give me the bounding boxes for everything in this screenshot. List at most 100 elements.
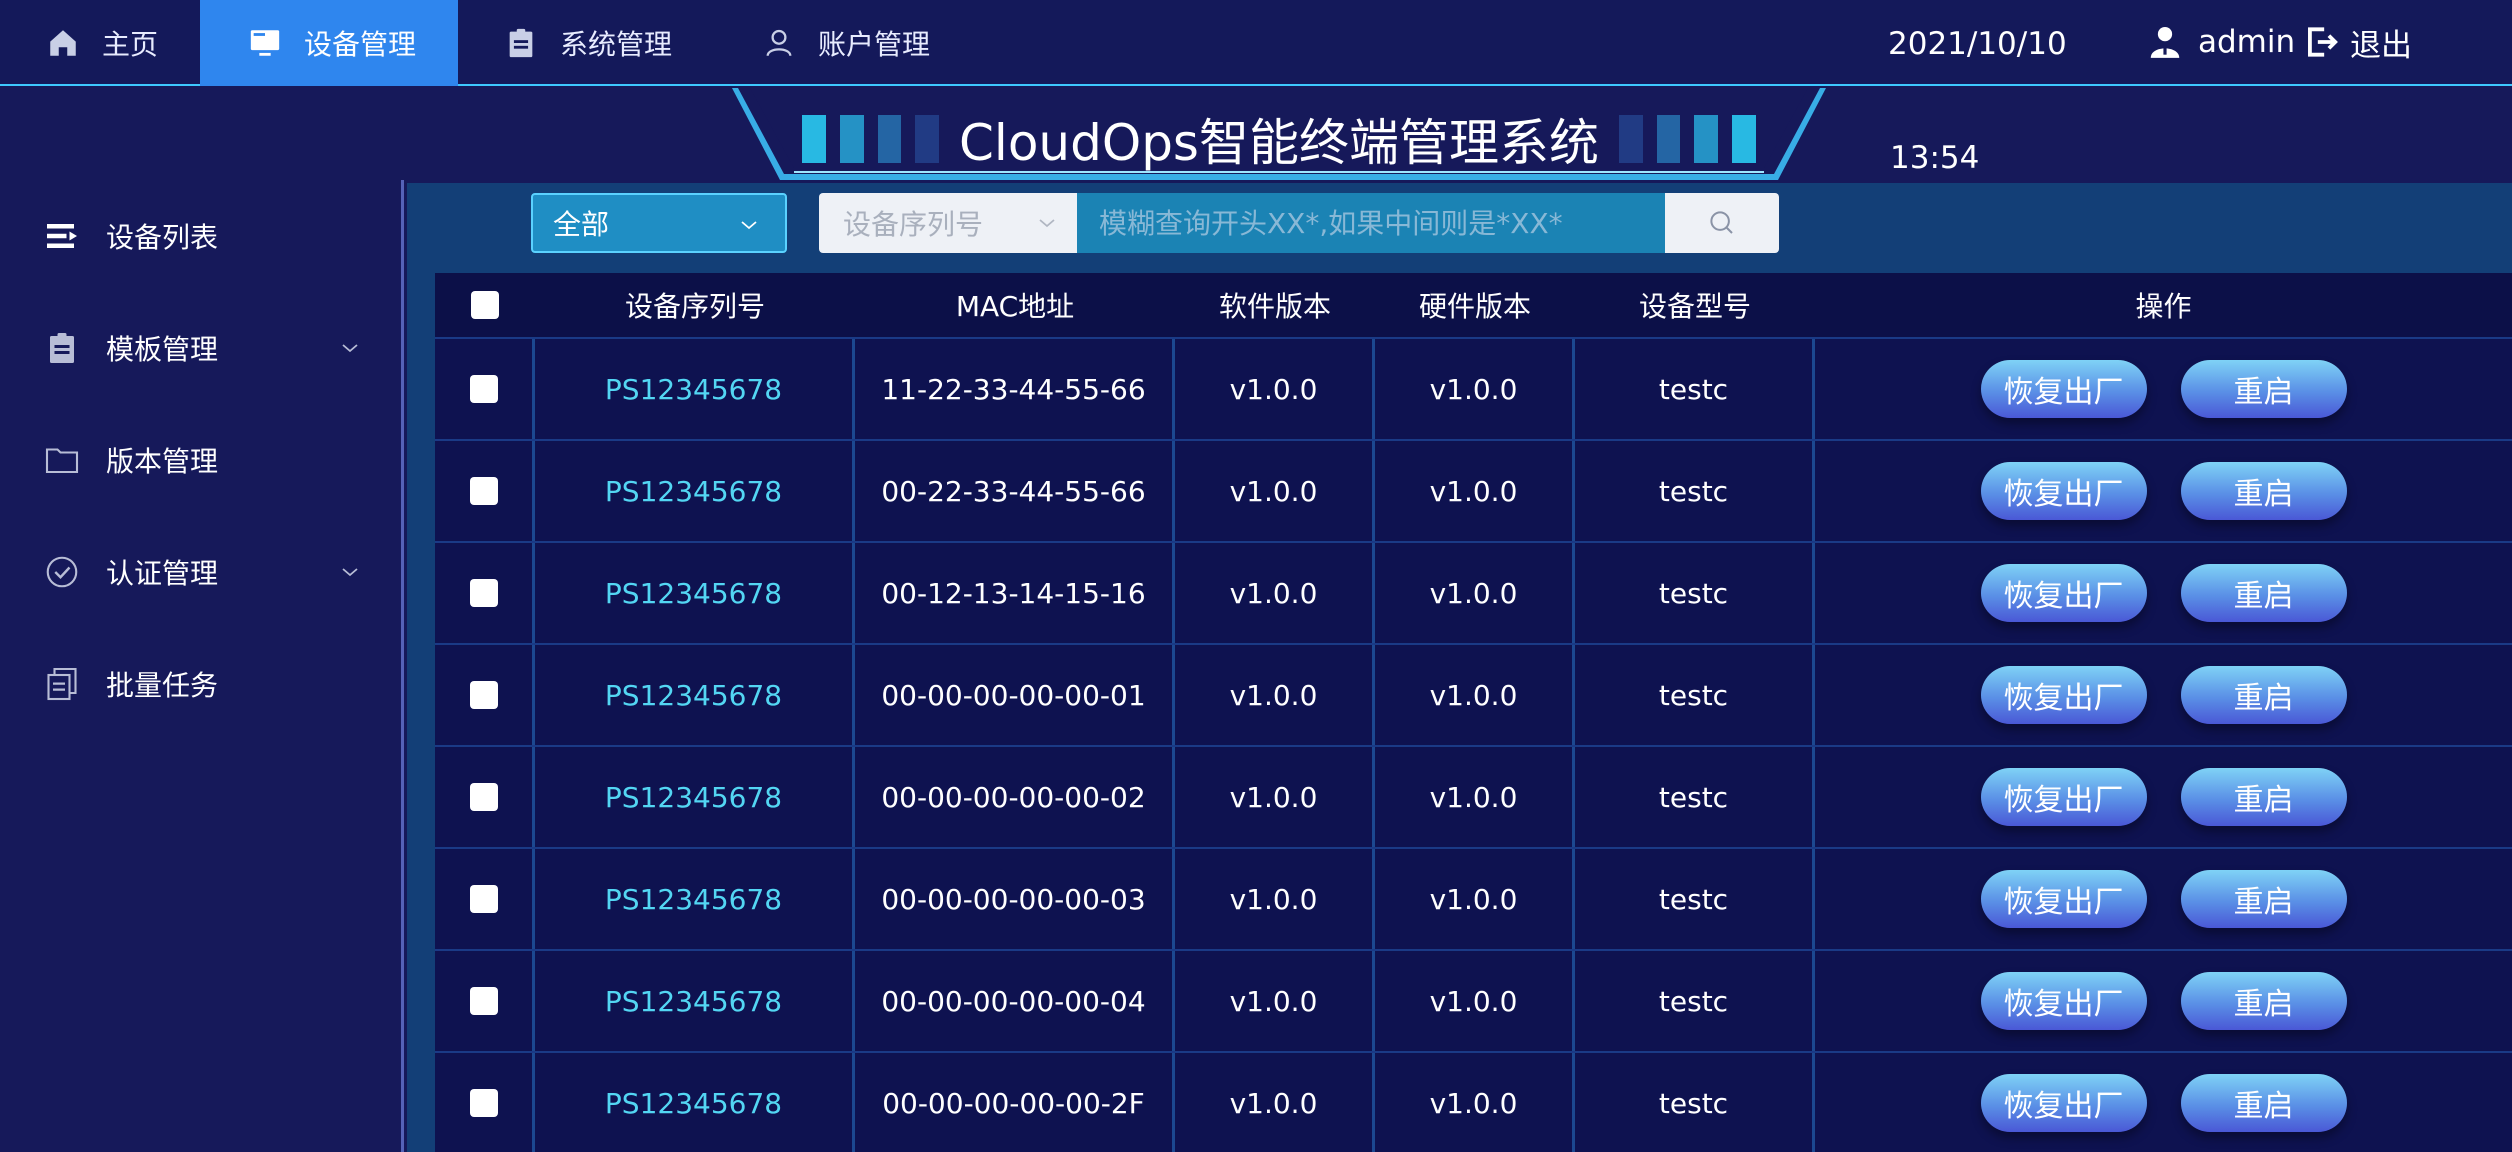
mac-address: 00-00-00-00-00-2F — [855, 1053, 1175, 1152]
table-row: PS12345678 00-00-00-00-00-01 v1.0.0 v1.0… — [435, 645, 2512, 747]
hardware-version: v1.0.0 — [1375, 339, 1575, 439]
row-checkbox[interactable] — [469, 783, 498, 811]
serial-link[interactable]: PS12345678 — [535, 645, 855, 745]
row-checkbox[interactable] — [469, 987, 498, 1015]
row-checkbox[interactable] — [469, 477, 498, 505]
user-name: admin — [2198, 24, 2296, 60]
serial-link[interactable]: PS12345678 — [535, 543, 855, 643]
row-checkbox[interactable] — [469, 681, 498, 709]
nav-item-label: 账户管理 — [818, 28, 931, 61]
chevron-down-icon — [338, 560, 362, 584]
search-field-value: 设备序列号 — [843, 208, 984, 241]
reboot-button[interactable]: 重启 — [2180, 972, 2347, 1030]
nav-item-system-management[interactable]: 系统管理 — [458, 0, 716, 86]
device-model: testc — [1575, 747, 1815, 847]
row-checkbox-cell — [435, 645, 535, 745]
user-avatar-icon — [2146, 23, 2184, 61]
sidebar-item-batch-tasks[interactable]: 批量任务 — [0, 628, 401, 740]
sidebar-item-template-management[interactable]: 模板管理 — [0, 292, 401, 404]
serial-link[interactable]: PS12345678 — [535, 747, 855, 847]
serial-link[interactable]: PS12345678 — [535, 441, 855, 541]
sidebar-item-version-management[interactable]: 版本管理 — [0, 404, 401, 516]
row-checkbox[interactable] — [469, 885, 498, 913]
search-button[interactable] — [1665, 193, 1779, 253]
select-all-checkbox[interactable] — [471, 291, 499, 319]
reboot-button[interactable]: 重启 — [2180, 462, 2347, 520]
row-checkbox[interactable] — [469, 579, 498, 607]
current-user[interactable]: admin — [2146, 20, 2295, 64]
nav-item-label: 主页 — [102, 28, 159, 61]
reboot-button[interactable]: 重启 — [2180, 768, 2347, 826]
row-actions: 恢复出厂 重启 — [1815, 645, 2512, 745]
table-row: PS12345678 00-00-00-00-00-03 v1.0.0 v1.0… — [435, 849, 2512, 951]
reboot-button[interactable]: 重启 — [2180, 564, 2347, 622]
current-time: 13:54 — [1890, 140, 1980, 176]
reboot-button[interactable]: 重启 — [2180, 1074, 2347, 1132]
factory-reset-button[interactable]: 恢复出厂 — [1980, 972, 2147, 1030]
mac-address: 00-00-00-00-00-03 — [855, 849, 1175, 949]
row-actions: 恢复出厂 重启 — [1815, 747, 2512, 847]
row-actions: 恢复出厂 重启 — [1815, 849, 2512, 949]
factory-reset-button[interactable]: 恢复出厂 — [1980, 462, 2147, 520]
table-row: PS12345678 00-22-33-44-55-66 v1.0.0 v1.0… — [435, 441, 2512, 543]
logout-button[interactable]: 退出 — [2302, 20, 2412, 64]
clipboard-icon — [504, 26, 538, 60]
serial-link[interactable]: PS12345678 — [535, 339, 855, 439]
software-version: v1.0.0 — [1175, 747, 1375, 847]
search-icon — [1707, 208, 1737, 238]
scope-select[interactable]: 全部 — [531, 193, 787, 253]
factory-reset-button[interactable]: 恢复出厂 — [1980, 870, 2147, 928]
device-model: testc — [1575, 849, 1815, 949]
chevron-down-icon — [737, 213, 761, 237]
reboot-button[interactable]: 重启 — [2180, 666, 2347, 724]
nav-item-label: 设备管理 — [304, 28, 417, 61]
mac-address: 00-00-00-00-00-01 — [855, 645, 1175, 745]
title-banner: CloudOps智能终端管理系统 — [732, 88, 1826, 180]
current-date: 2021/10/10 — [1888, 26, 2067, 62]
sidebar-item-auth-management[interactable]: 认证管理 — [0, 516, 401, 628]
search-group: 设备序列号 — [819, 193, 1779, 253]
serial-link[interactable]: PS12345678 — [535, 1053, 855, 1152]
column-header-actions: 操作 — [2135, 290, 2192, 323]
nav-item-device-management[interactable]: 设备管理 — [200, 0, 458, 86]
search-field-select[interactable]: 设备序列号 — [819, 193, 1077, 253]
nav-item-account-management[interactable]: 账户管理 — [716, 0, 970, 86]
sidebar-item-device-list[interactable]: 设备列表 — [0, 180, 401, 292]
search-input[interactable] — [1077, 193, 1665, 253]
sidebar-item-label: 模板管理 — [106, 333, 219, 366]
software-version: v1.0.0 — [1175, 849, 1375, 949]
chevron-down-icon — [1035, 211, 1059, 235]
device-model: testc — [1575, 543, 1815, 643]
copy-icon — [44, 666, 80, 702]
device-model: testc — [1575, 1053, 1815, 1152]
monitor-icon — [248, 26, 282, 60]
column-header-serial: 设备序列号 — [624, 290, 765, 323]
reboot-button[interactable]: 重启 — [2180, 870, 2347, 928]
row-checkbox-cell — [435, 543, 535, 643]
sidebar-item-label: 设备列表 — [106, 221, 219, 254]
row-checkbox[interactable] — [469, 1089, 498, 1117]
clipboard-icon — [44, 330, 80, 366]
banner-block — [1694, 115, 1719, 163]
app-title: CloudOps智能终端管理系统 — [959, 114, 1599, 172]
serial-link[interactable]: PS12345678 — [535, 849, 855, 949]
table-row: PS12345678 00-00-00-00-00-04 v1.0.0 v1.0… — [435, 951, 2512, 1053]
sidebar-item-label: 认证管理 — [106, 557, 219, 590]
banner-block — [802, 115, 826, 163]
row-checkbox[interactable] — [469, 375, 498, 403]
serial-link[interactable]: PS12345678 — [535, 951, 855, 1051]
nav-item-home[interactable]: 主页 — [0, 0, 200, 86]
factory-reset-button[interactable]: 恢复出厂 — [1980, 564, 2147, 622]
row-checkbox-cell — [435, 849, 535, 949]
mac-address: 00-12-13-14-15-16 — [855, 543, 1175, 643]
device-model: testc — [1575, 441, 1815, 541]
factory-reset-button[interactable]: 恢复出厂 — [1980, 1074, 2147, 1132]
factory-reset-button[interactable]: 恢复出厂 — [1980, 666, 2147, 724]
row-checkbox-cell — [435, 339, 535, 439]
factory-reset-button[interactable]: 恢复出厂 — [1980, 360, 2147, 418]
banner-block — [915, 115, 940, 163]
main-panel: 全部 设备序列号 设备序列号 — [407, 183, 2512, 1152]
mac-address: 00-00-00-00-00-02 — [855, 747, 1175, 847]
factory-reset-button[interactable]: 恢复出厂 — [1980, 768, 2147, 826]
reboot-button[interactable]: 重启 — [2180, 360, 2347, 418]
